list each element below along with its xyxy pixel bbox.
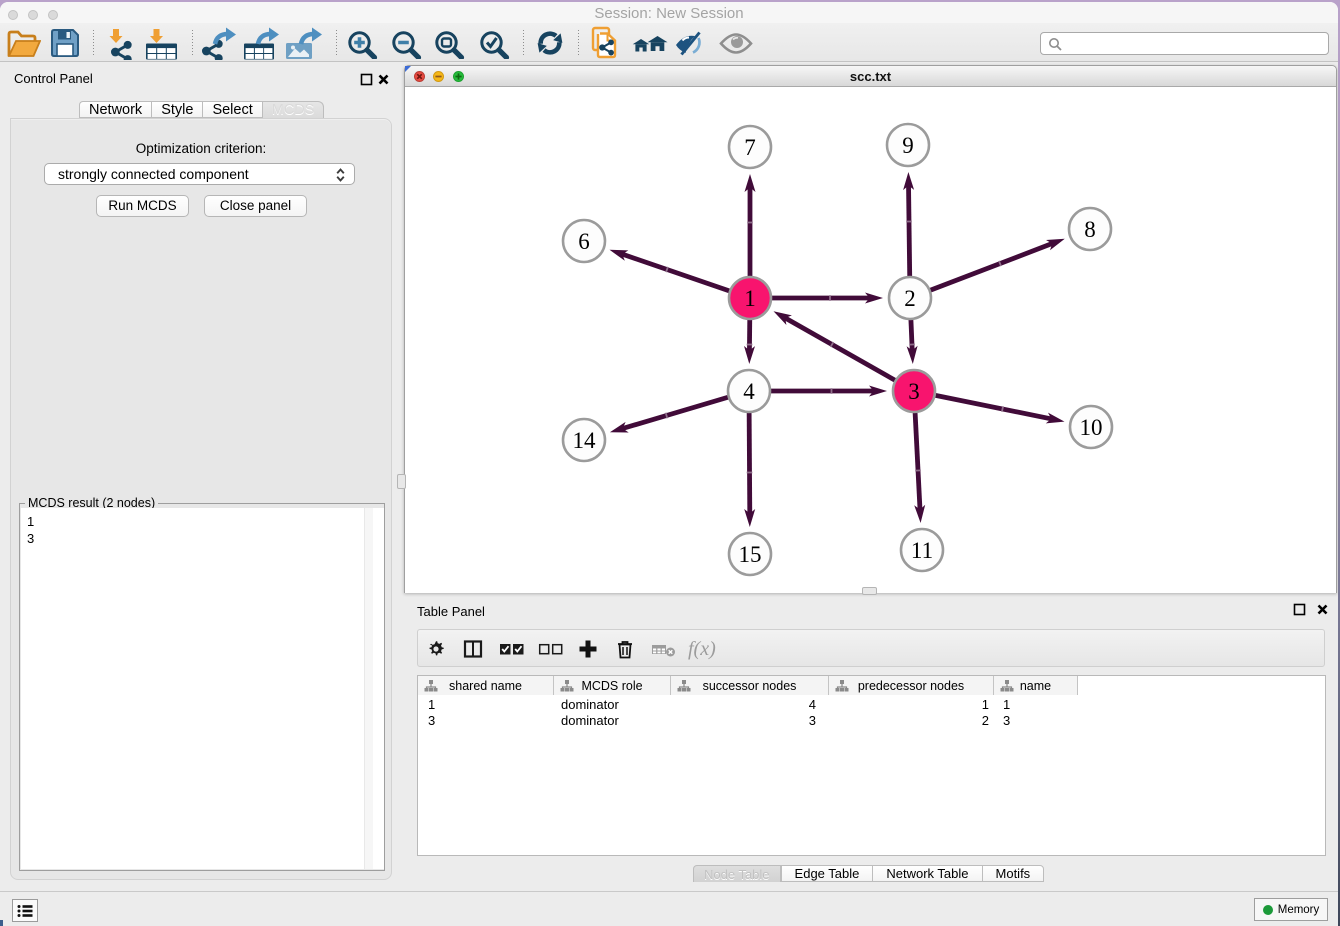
svg-text:8: 8 bbox=[1084, 217, 1096, 242]
svg-text:6: 6 bbox=[578, 229, 590, 254]
svg-text:10: 10 bbox=[1080, 415, 1103, 440]
svg-text:15: 15 bbox=[739, 542, 762, 567]
svg-text:9: 9 bbox=[902, 133, 914, 158]
svg-text:11: 11 bbox=[911, 538, 933, 563]
svg-text:3: 3 bbox=[908, 379, 920, 404]
svg-text:1: 1 bbox=[744, 286, 756, 311]
svg-text:2: 2 bbox=[904, 286, 916, 311]
svg-text:4: 4 bbox=[743, 379, 755, 404]
svg-text:7: 7 bbox=[744, 135, 756, 160]
svg-text:14: 14 bbox=[573, 428, 597, 453]
